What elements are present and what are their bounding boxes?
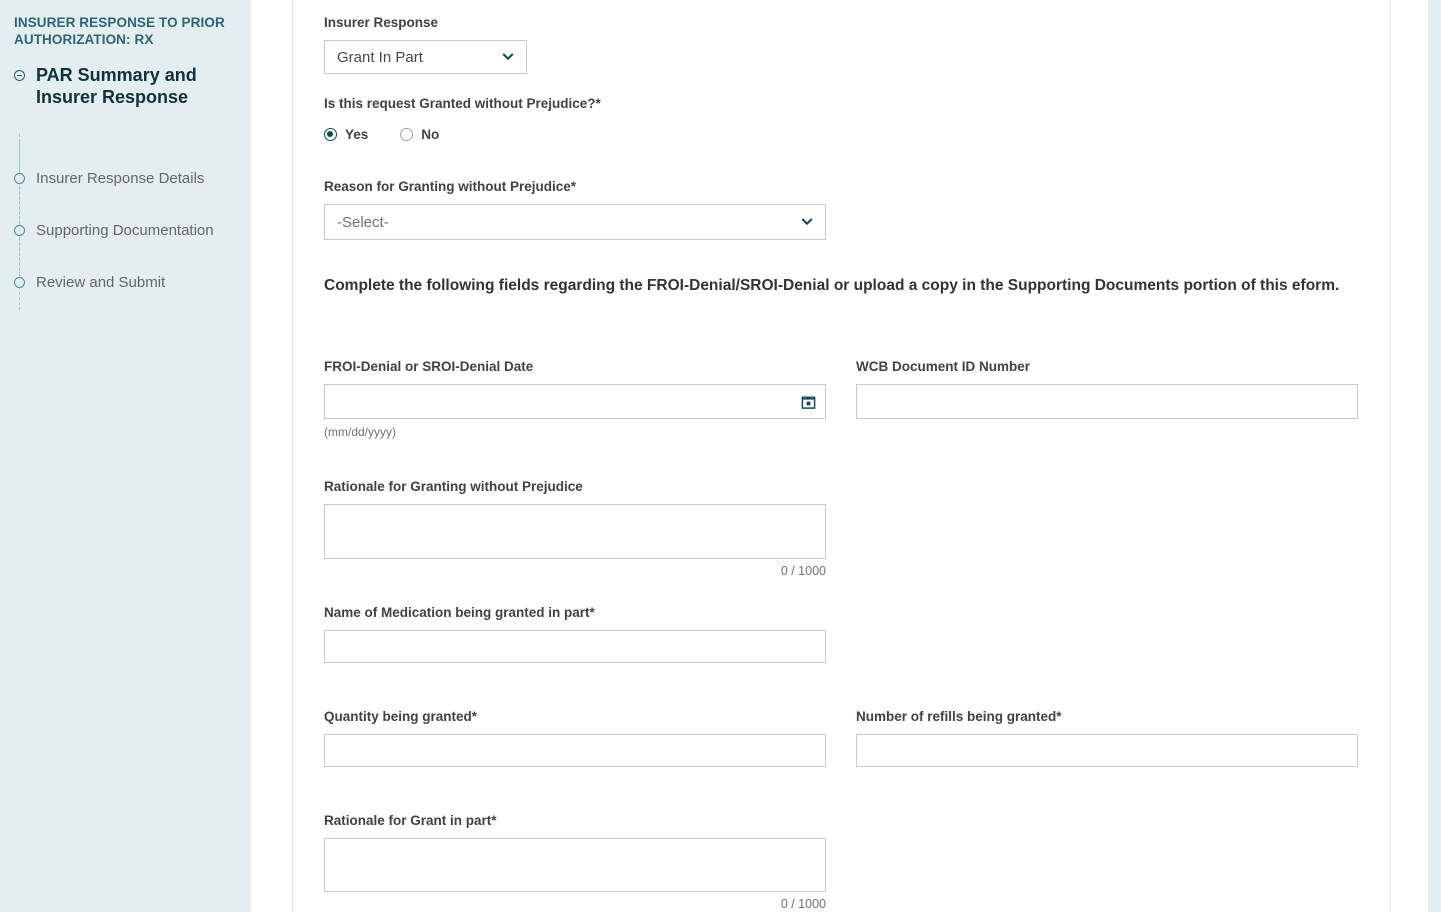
radio-option-no[interactable]: No xyxy=(400,127,439,142)
radio-label-no: No xyxy=(421,127,440,142)
rationale-grant-in-part-counter: 0 / 1000 xyxy=(780,897,826,911)
sidebar-title: INSURER RESPONSE TO PRIOR AUTHORIZATION:… xyxy=(14,15,225,47)
sidebar-item-label: Supporting Documentation xyxy=(36,222,214,239)
chevron-down-icon xyxy=(502,51,515,64)
froi-denial-date-hint: (mm/dd/yyyy) xyxy=(324,425,396,439)
granted-without-prejudice-field: Is this request Granted without Prejudic… xyxy=(324,95,824,142)
medication-name-input[interactable] xyxy=(324,630,826,663)
froi-denial-date-input[interactable] xyxy=(324,384,826,419)
rationale-grant-in-part-label: Rationale for Grant in part* xyxy=(324,813,497,828)
circle-icon xyxy=(14,225,25,236)
refills-granted-field: Number of refills being granted* xyxy=(856,708,1358,767)
page-root: INSURER RESPONSE TO PRIOR AUTHORIZATION:… xyxy=(0,0,1441,912)
reason-for-granting-label: Reason for Granting without Prejudice* xyxy=(324,179,577,194)
wcb-document-id-input[interactable] xyxy=(856,384,1358,419)
nav-gap-2 xyxy=(14,186,237,224)
radio-dot-icon xyxy=(400,128,414,141)
content-right-divider xyxy=(1390,0,1391,912)
sidebar-item-supporting-documentation[interactable]: Supporting Documentation xyxy=(14,220,237,242)
sidebar-item-label: PAR Summary and Insurer Response xyxy=(36,65,197,107)
circle-minus-icon xyxy=(14,70,25,81)
reason-for-granting-select[interactable]: -Select- xyxy=(324,204,826,240)
froi-denial-date-label: FROI-Denial or SROI-Denial Date xyxy=(324,359,534,374)
calendar-icon[interactable] xyxy=(801,394,816,409)
quantity-granted-input[interactable] xyxy=(324,734,826,767)
medication-name-field: Name of Medication being granted in part… xyxy=(324,604,826,663)
rationale-granting-label: Rationale for Granting without Prejudice xyxy=(324,479,583,494)
chevron-down-icon xyxy=(801,216,814,229)
sidebar-item-label: Insurer Response Details xyxy=(36,170,205,187)
section-note-text: Complete the following fields regarding … xyxy=(324,277,1340,294)
rationale-granting-textarea[interactable] xyxy=(324,504,826,559)
radio-label-yes: Yes xyxy=(345,127,369,142)
insurer-response-label: Insurer Response xyxy=(324,15,439,30)
reason-for-granting-field: Reason for Granting without Prejudice* -… xyxy=(324,178,826,240)
sidebar: INSURER RESPONSE TO PRIOR AUTHORIZATION:… xyxy=(0,0,251,912)
quantity-granted-label: Quantity being granted* xyxy=(324,709,478,724)
sidebar-item-insurer-response-details[interactable]: Insurer Response Details xyxy=(14,168,237,190)
rationale-granting-counter: 0 / 1000 xyxy=(780,564,826,578)
insurer-response-select[interactable]: Grant In Part xyxy=(324,40,527,74)
circle-icon xyxy=(14,173,25,184)
insurer-response-field: Insurer Response Grant In Part xyxy=(324,14,527,74)
circle-icon xyxy=(14,277,25,288)
froi-denial-date-field: FROI-Denial or SROI-Denial Date (mm/dd/y… xyxy=(324,358,826,439)
rationale-grant-in-part-textarea[interactable] xyxy=(324,838,826,892)
sidebar-item-label: Review and Submit xyxy=(36,274,166,291)
main-form: Insurer Response Grant In Part Is this r… xyxy=(293,0,1390,912)
reason-for-granting-value: -Select- xyxy=(337,213,389,231)
sidebar-item-review-and-submit[interactable]: Review and Submit xyxy=(14,272,237,294)
nav-gap-1 xyxy=(14,134,237,172)
quantity-granted-field: Quantity being granted* xyxy=(324,708,826,767)
insurer-response-value: Grant In Part xyxy=(337,48,423,66)
nav-gap-3 xyxy=(14,238,237,276)
wcb-document-id-label: WCB Document ID Number xyxy=(856,359,1031,374)
sidebar-nav: PAR Summary and Insurer Response Insurer… xyxy=(14,64,237,310)
granted-without-prejudice-label: Is this request Granted without Prejudic… xyxy=(324,96,601,111)
radio-dot-icon xyxy=(324,128,337,141)
granted-without-prejudice-radio-group: Yes No xyxy=(324,127,824,142)
section-note: Complete the following fields regarding … xyxy=(324,270,1354,302)
medication-name-label: Name of Medication being granted in part… xyxy=(324,605,595,620)
sidebar-item-par-summary[interactable]: PAR Summary and Insurer Response xyxy=(14,64,237,108)
radio-option-yes[interactable]: Yes xyxy=(324,127,368,142)
refills-granted-label: Number of refills being granted* xyxy=(856,709,1062,724)
right-edge-strip xyxy=(1428,0,1441,912)
wcb-document-id-field: WCB Document ID Number xyxy=(856,358,1358,419)
refills-granted-input[interactable] xyxy=(856,734,1358,767)
rationale-grant-in-part-field: Rationale for Grant in part* 0 / 1000 xyxy=(324,812,826,911)
froi-denial-date-input-wrap xyxy=(324,376,826,419)
rationale-granting-field: Rationale for Granting without Prejudice… xyxy=(324,478,826,578)
